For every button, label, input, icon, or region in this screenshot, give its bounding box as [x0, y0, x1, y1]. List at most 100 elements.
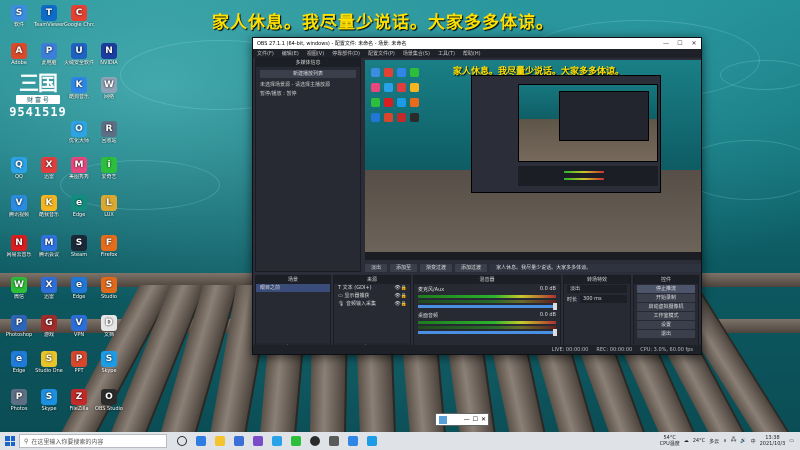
- desktop-icon[interactable]: CGoogle Chrome: [64, 5, 94, 28]
- fade-button[interactable]: 渐变过渡: [420, 263, 453, 272]
- transition-type-select[interactable]: 淡出: [567, 285, 627, 293]
- desktop-icon[interactable]: W 微信: [4, 277, 34, 300]
- desktop-icon[interactable]: F Firefox: [94, 235, 124, 258]
- desktop-icon[interactable]: K 酷狗音乐: [64, 77, 94, 100]
- maximize-button[interactable]: ☐: [673, 40, 687, 47]
- eye-icon[interactable]: 👁🔒: [394, 284, 407, 292]
- obs-preview[interactable]: 家人休息。我尽量少说话。大家多多体谅。: [365, 60, 701, 260]
- taskbar-search[interactable]: ⚲ 在这里输入你要搜索的内容: [19, 434, 167, 448]
- desktop-icon[interactable]: e Edge: [64, 277, 94, 300]
- desktop-icon[interactable]: L LUX: [94, 195, 124, 218]
- desktop-icon[interactable]: S Studio One: [34, 351, 64, 374]
- desktop-widget[interactable]: 三国 财 富 号 9541519: [8, 72, 68, 128]
- new-playlist-button[interactable]: 新建播放列表: [260, 70, 356, 78]
- menu-tools[interactable]: 工具(T): [438, 50, 455, 57]
- network-icon[interactable]: 🖧: [731, 437, 737, 445]
- start-recording-button[interactable]: 开始录制: [637, 294, 695, 302]
- notification-icon[interactable]: ▭: [789, 438, 794, 444]
- menu-file[interactable]: 文件(F): [257, 50, 274, 57]
- desktop-icon[interactable]: N NVIDIA: [94, 43, 124, 66]
- ime-icon[interactable]: 中: [751, 438, 756, 445]
- desktop-icon[interactable]: e Edge: [64, 195, 94, 218]
- menu-help[interactable]: 帮助(H): [463, 50, 481, 57]
- skype-icon[interactable]: [367, 436, 377, 446]
- small-popup-window[interactable]: — ☐ ✕: [435, 413, 489, 426]
- obs-icon[interactable]: [310, 436, 320, 446]
- add-transition-button[interactable]: 添加过渡: [455, 263, 488, 272]
- desktop-icon[interactable]: U 火绒安全软件: [64, 43, 94, 66]
- volume-slider[interactable]: [418, 303, 557, 310]
- minimize-icon[interactable]: —: [464, 416, 470, 423]
- desktop-icon[interactable]: P Photoshop: [4, 315, 34, 338]
- add-to-button[interactable]: 添加至: [390, 263, 418, 272]
- desktop-icon[interactable]: S 软件: [4, 5, 34, 28]
- source-item-audio[interactable]: 🎙 音频输入采集 👁🔒: [334, 300, 410, 308]
- exit-button[interactable]: 退出: [637, 330, 695, 338]
- volume-slider[interactable]: [418, 329, 557, 336]
- desktop-icon[interactable]: X 迅雷: [34, 277, 64, 300]
- terminal-icon[interactable]: [329, 436, 339, 446]
- weather-temp[interactable]: 24°C: [693, 438, 705, 444]
- desktop-icon[interactable]: O OBS Studio: [94, 389, 124, 412]
- desktop-icon[interactable]: P 此电脑: [34, 43, 64, 66]
- source-item-display[interactable]: ▭ 显示器捕获 👁🔒: [334, 292, 410, 300]
- desktop-icon[interactable]: N 网易云音乐: [4, 235, 34, 258]
- desktop-icon[interactable]: D 文档: [94, 315, 124, 338]
- desktop-icon[interactable]: O 优化大师: [64, 121, 94, 144]
- volume-icon[interactable]: 🔊: [740, 438, 746, 444]
- desktop-icon[interactable]: i 爱奇艺: [94, 157, 124, 180]
- settings-button[interactable]: 设置: [637, 321, 695, 329]
- menu-scene-collection[interactable]: 场景集合(S): [403, 50, 430, 57]
- edge-icon[interactable]: [196, 436, 206, 446]
- desktop-icon[interactable]: Z FileZilla: [64, 389, 94, 412]
- desktop-icon[interactable]: P PPT: [64, 351, 94, 374]
- minimize-button[interactable]: —: [659, 40, 673, 47]
- menu-view[interactable]: 视图(V): [307, 50, 324, 57]
- obs-title-bar[interactable]: OBS 27.1.1 (64-bit, windows) - 配置文件: 未命名…: [253, 38, 701, 49]
- close-icon[interactable]: ✕: [481, 416, 486, 423]
- start-button[interactable]: [3, 434, 17, 448]
- menu-edit[interactable]: 编辑(E): [282, 50, 299, 57]
- desktop-icon[interactable]: M 美图秀秀: [64, 157, 94, 180]
- desktop-icon[interactable]: S Studio: [94, 277, 124, 300]
- desktop-icon[interactable]: Q QQ: [4, 157, 34, 180]
- tray-overflow-icon[interactable]: ∧: [723, 438, 727, 444]
- source-item-text[interactable]: T 文本 (GDI+) 👁🔒: [334, 284, 410, 292]
- desktop-icon[interactable]: e Edge: [4, 351, 34, 374]
- preview-text-field[interactable]: 家人休息。我尽量少说话。大家多多体谅。: [490, 263, 701, 272]
- desktop-icon[interactable]: S Skype: [34, 389, 64, 412]
- close-button[interactable]: ✕: [687, 40, 701, 47]
- desktop-icon[interactable]: W 网络: [94, 77, 124, 100]
- transition-button[interactable]: 淡出: [365, 263, 388, 272]
- cpu-temp-widget[interactable]: 54°C CPU温度: [660, 435, 680, 447]
- app-icon[interactable]: [253, 436, 263, 446]
- task-view-icon[interactable]: [177, 436, 187, 446]
- desktop-icon[interactable]: R 回收站: [94, 121, 124, 144]
- store-icon[interactable]: [234, 436, 244, 446]
- duration-input[interactable]: 300 ms: [580, 295, 627, 303]
- wechat-icon[interactable]: [291, 436, 301, 446]
- taskbar-clock[interactable]: 13:38 2021/10/3: [760, 435, 786, 447]
- app-icon[interactable]: [348, 436, 358, 446]
- desktop-icon[interactable]: V 腾讯视频: [4, 195, 34, 218]
- desktop-icon[interactable]: A Adobe: [4, 43, 34, 66]
- desktop-icon[interactable]: T TeamViewer: [34, 5, 64, 28]
- studio-mode-button[interactable]: 工作室模式: [637, 312, 695, 320]
- desktop-icon[interactable]: S Steam: [64, 235, 94, 258]
- maximize-icon[interactable]: ☐: [473, 416, 478, 423]
- scene-item[interactable]: 眼目之前: [256, 284, 330, 292]
- virtual-camera-button[interactable]: 启动虚拟摄像机: [637, 303, 695, 311]
- menu-profile[interactable]: 配置文件(P): [368, 50, 395, 57]
- qq-icon[interactable]: [272, 436, 282, 446]
- file-explorer-icon[interactable]: [215, 436, 225, 446]
- desktop-icon[interactable]: P Photos: [4, 389, 34, 412]
- eye-icon[interactable]: 👁🔒: [394, 292, 407, 300]
- desktop-icon[interactable]: M 腾讯会议: [34, 235, 64, 258]
- menu-docks[interactable]: 停靠部件(D): [332, 50, 360, 57]
- weather-icon[interactable]: ☁: [684, 438, 689, 444]
- desktop-icon[interactable]: S Skype: [94, 351, 124, 374]
- desktop-icon[interactable]: X 迅雷: [34, 157, 64, 180]
- stop-streaming-button[interactable]: 停止推流: [637, 285, 695, 293]
- desktop-icon[interactable]: V VPN: [64, 315, 94, 338]
- desktop-icon[interactable]: G 游戏: [34, 315, 64, 338]
